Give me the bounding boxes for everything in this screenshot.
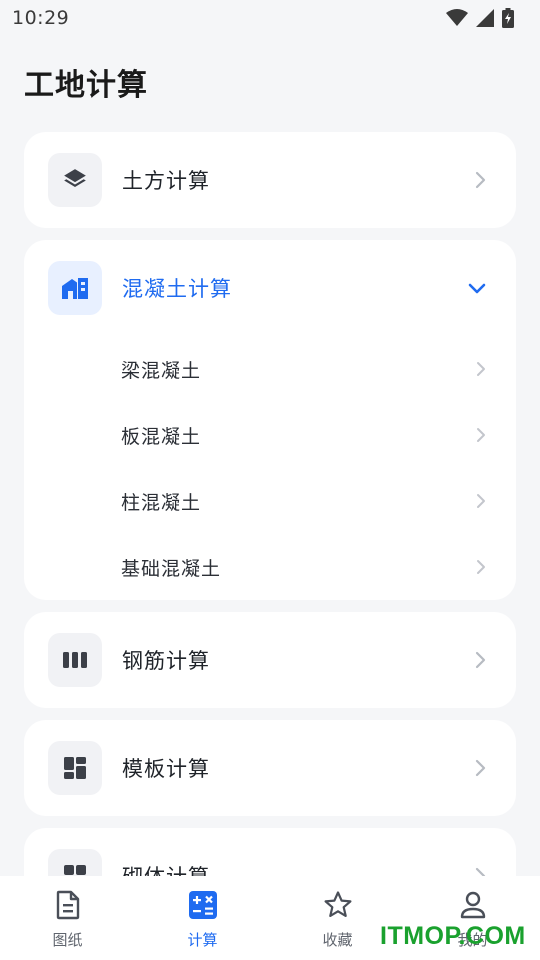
category-card-rebar[interactable]: 钢筋计算: [24, 612, 516, 708]
signal-icon: [476, 9, 494, 27]
layers-icon: [48, 153, 102, 207]
nav-label: 收藏: [322, 931, 353, 949]
category-label: 砌体计算: [122, 861, 474, 876]
sub-item-foundation-concrete[interactable]: 基础混凝土: [24, 534, 516, 600]
chevron-right-icon: [474, 759, 486, 777]
sub-item-label: 基础混凝土: [121, 557, 222, 580]
status-bar: 10:29: [0, 0, 540, 36]
masonry-icon: [48, 849, 102, 876]
nav-label: 计算: [187, 931, 218, 949]
chevron-right-icon: [476, 559, 486, 575]
category-card-masonry[interactable]: 砌体计算: [24, 828, 516, 876]
sub-item-label: 板混凝土: [121, 425, 202, 448]
nav-item-drawings[interactable]: 图纸: [0, 890, 135, 950]
category-label: 土方计算: [122, 169, 210, 193]
sub-item-beam-concrete[interactable]: 梁混凝土: [24, 336, 516, 402]
category-row-formwork[interactable]: 模板计算: [24, 720, 516, 816]
nav-item-calculate[interactable]: 计算: [135, 890, 270, 950]
wifi-icon: [446, 9, 468, 27]
sub-item-column-concrete[interactable]: 柱混凝土: [24, 468, 516, 534]
nav-label: 图纸: [52, 931, 83, 949]
building-icon: [48, 261, 102, 315]
category-row-rebar[interactable]: 钢筋计算: [24, 612, 516, 708]
category-card-concrete: 混凝土计算 梁混凝土 板混凝土 柱混凝土 基础混凝土: [24, 240, 516, 600]
sub-item-label: 梁混凝土: [121, 359, 202, 382]
category-card-earthwork[interactable]: 土方计算: [24, 132, 516, 228]
chevron-right-icon: [476, 493, 486, 509]
sub-list-concrete: 梁混凝土 板混凝土 柱混凝土 基础混凝土: [24, 336, 516, 604]
page-title: 工地计算: [24, 68, 148, 103]
chevron-right-icon: [476, 427, 486, 443]
chevron-right-icon: [474, 651, 486, 669]
category-label: 钢筋计算: [122, 649, 210, 673]
calculator-icon: [188, 890, 218, 924]
category-card-formwork[interactable]: 模板计算: [24, 720, 516, 816]
chevron-right-icon: [474, 867, 486, 876]
category-row-masonry[interactable]: 砌体计算: [24, 828, 516, 876]
battery-charging-icon: [502, 8, 514, 28]
chevron-down-icon: [468, 282, 486, 294]
sub-item-label: 柱混凝土: [121, 491, 202, 514]
category-label: 混凝土计算: [122, 277, 232, 301]
category-row-concrete[interactable]: 混凝土计算: [24, 240, 516, 336]
watermark-logo: ITMOP.COM: [380, 922, 526, 950]
status-icons: [446, 8, 514, 28]
chevron-right-icon: [476, 361, 486, 377]
status-time: 10:29: [12, 7, 70, 29]
rebar-icon: [48, 633, 102, 687]
chevron-right-icon: [474, 171, 486, 189]
sub-item-slab-concrete[interactable]: 板混凝土: [24, 402, 516, 468]
category-label: 模板计算: [122, 757, 210, 781]
category-row-earthwork[interactable]: 土方计算: [24, 132, 516, 228]
star-icon: [323, 890, 353, 924]
person-icon: [458, 890, 488, 924]
formwork-icon: [48, 741, 102, 795]
document-icon: [54, 890, 82, 924]
